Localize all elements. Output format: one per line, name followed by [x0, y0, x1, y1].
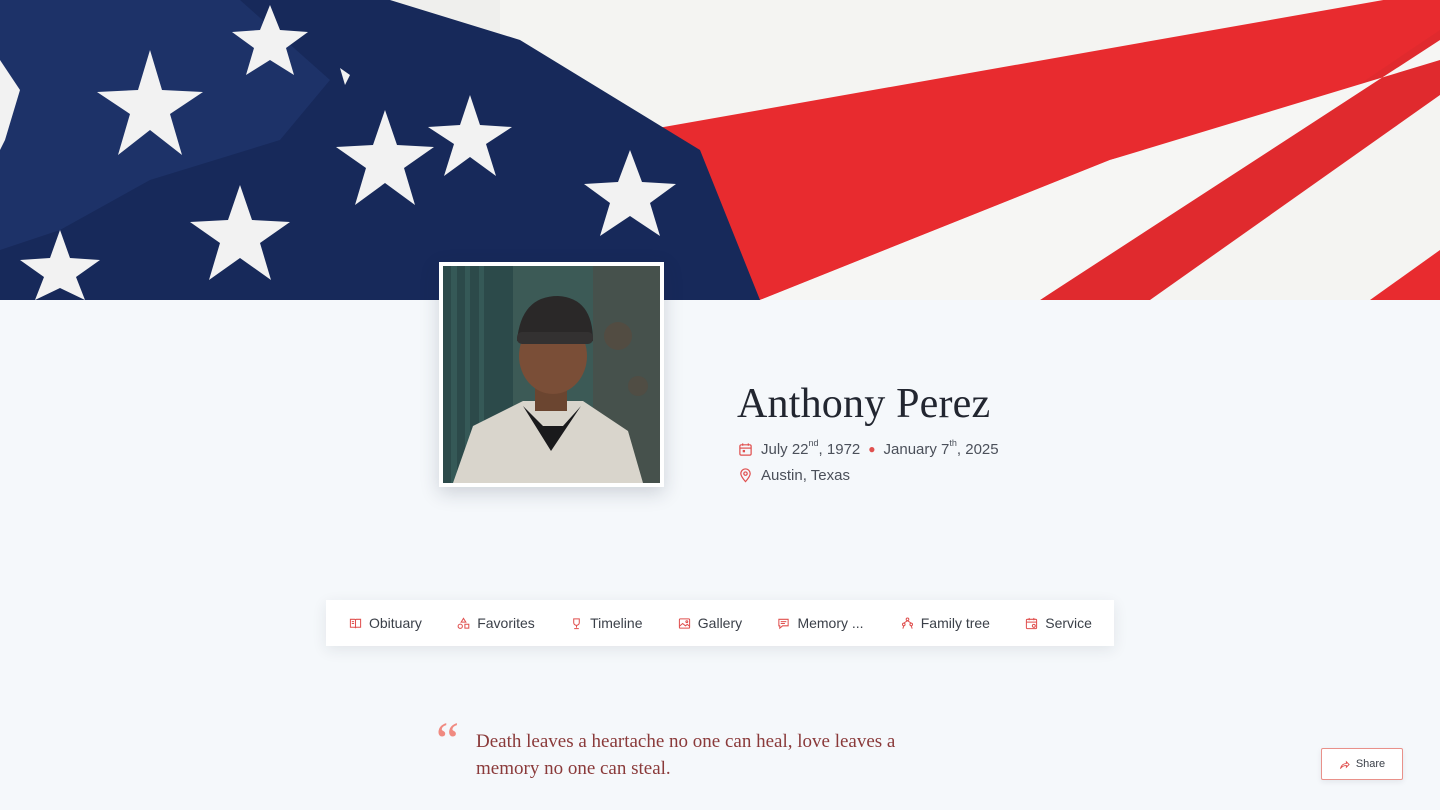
calendar-icon	[1025, 617, 1038, 630]
tab-gallery[interactable]: Gallery	[678, 615, 742, 631]
share-button-label: Share	[1355, 758, 1386, 770]
birth-date: July 22nd, 1972	[761, 438, 861, 458]
portrait-frame	[439, 262, 664, 487]
share-button[interactable]: Share	[1321, 748, 1403, 780]
tab-memory-label: Memory ...	[797, 615, 864, 631]
trophy-icon	[570, 617, 583, 630]
tab-service[interactable]: Service	[1025, 615, 1092, 631]
quote-mark-icon: “	[436, 713, 460, 770]
calendar-icon	[738, 442, 753, 457]
tab-obituary-label: Obituary	[369, 615, 422, 631]
tab-favorites-label: Favorites	[477, 615, 535, 631]
location-text: Austin, Texas	[761, 467, 850, 484]
tab-obituary[interactable]: Obituary	[349, 615, 422, 631]
portrait-photo	[443, 266, 660, 483]
american-flag-image	[0, 0, 1440, 300]
tab-service-label: Service	[1045, 615, 1092, 631]
tree-icon	[901, 617, 914, 630]
person-name: Anthony Perez	[737, 381, 991, 427]
book-icon	[349, 617, 362, 630]
location: Austin, Texas	[738, 467, 850, 484]
tab-timeline[interactable]: Timeline	[570, 615, 642, 631]
tab-timeline-label: Timeline	[590, 615, 643, 631]
chat-icon	[777, 617, 790, 630]
date-separator-dot: ●	[868, 442, 876, 456]
shapes-icon	[457, 616, 470, 630]
life-dates: July 22nd, 1972 ● January 7th, 2025	[738, 438, 999, 458]
memorial-quote: Death leaves a heartache no one can heal…	[476, 731, 896, 779]
tab-memory[interactable]: Memory ...	[777, 615, 865, 631]
tab-favorites[interactable]: Favorites	[457, 615, 535, 631]
location-pin-icon	[738, 468, 753, 483]
tab-gallery-label: Gallery	[697, 615, 743, 631]
tab-family-tree-label: Family tree	[920, 615, 990, 631]
death-date: January 7th, 2025	[883, 438, 999, 458]
cover-banner	[0, 0, 1440, 300]
share-icon	[1339, 759, 1350, 770]
tab-family-tree[interactable]: Family tree	[901, 615, 990, 631]
memorial-nav: Obituary Favorites Timeline Gallery Memo…	[326, 600, 1114, 646]
image-icon	[678, 617, 691, 630]
